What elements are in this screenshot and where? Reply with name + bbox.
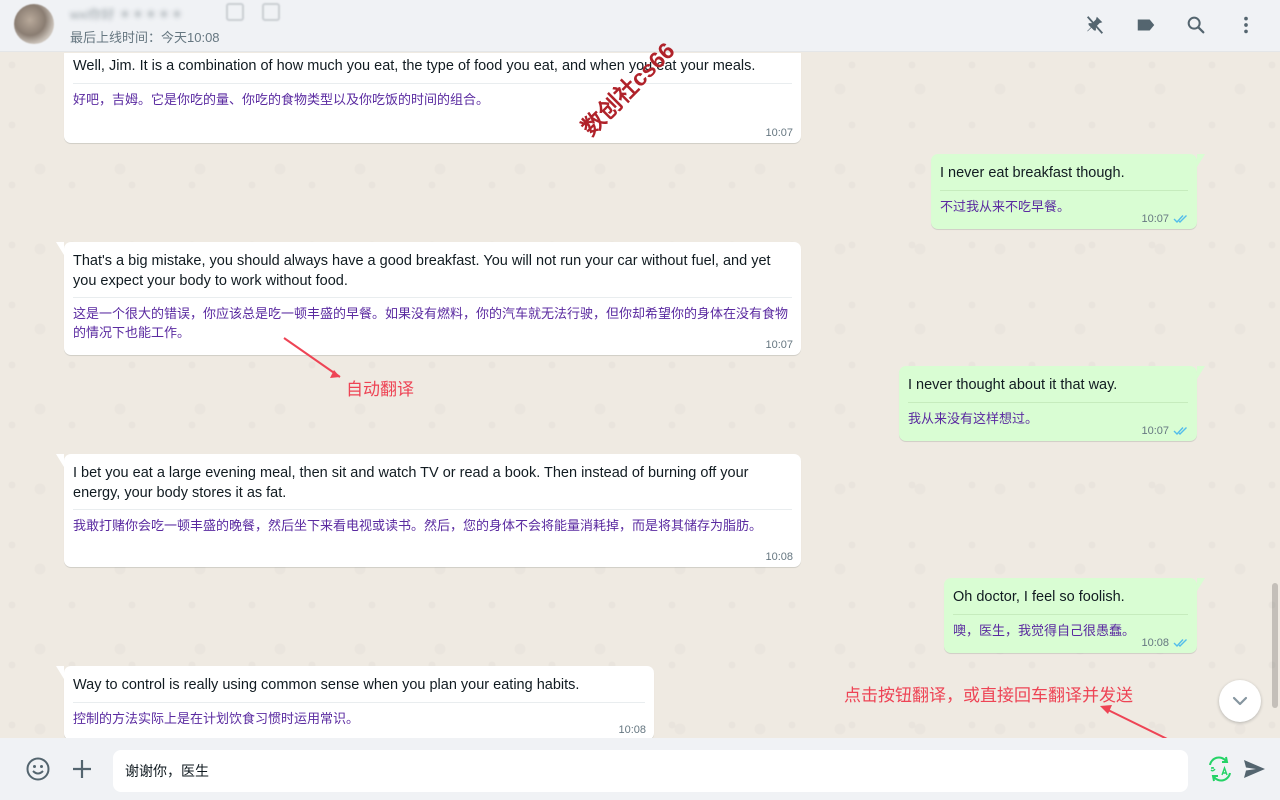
read-receipt-icon (1173, 427, 1187, 436)
annotation-click-translate: 点击按钮翻译，或直接回车翻译并发送 (844, 686, 1133, 705)
translation-divider (73, 82, 792, 84)
label-icon[interactable] (1133, 12, 1159, 38)
translation-divider (73, 297, 792, 298)
message-bubble-incoming[interactable]: Well, Jim. It is a combination of how mu… (64, 53, 801, 143)
message-meta: 10:08 (618, 724, 646, 736)
message-time: 10:08 (765, 551, 793, 563)
bubble-tail (1197, 578, 1205, 591)
copy-icon[interactable] (226, 3, 244, 21)
read-receipt-icon (1173, 215, 1187, 224)
message-time: 10:07 (765, 127, 793, 139)
duplicate-icon[interactable] (262, 3, 280, 21)
translate-icon[interactable] (1206, 755, 1234, 783)
message-meta: 10:08 (765, 551, 793, 563)
message-original-text: Way to control is really using common se… (73, 677, 580, 693)
message-meta: 10:07 (765, 127, 793, 139)
message-translation-text: 好吧，吉姆。它是你吃的量、你吃的食物类型以及你吃饭的时间的组合。 (73, 91, 490, 107)
message-original-text: That's a big mistake, you should always … (73, 253, 771, 289)
message-time: 10:07 (1141, 213, 1169, 225)
message-bubble-incoming[interactable]: Way to control is really using common se… (56, 666, 654, 738)
message-meta: 10:08 (1141, 637, 1189, 649)
bubble-tail (1197, 154, 1205, 167)
contact-name[interactable]: wxi你好 ＊＊＊＊＊ (70, 4, 240, 22)
chat-header: wxi你好 ＊＊＊＊＊ 最后上线时间：今天10:08 (0, 0, 1280, 52)
message-original-text: I bet you eat a large evening meal, then… (73, 465, 749, 501)
bubble-tail (56, 454, 64, 467)
bubble-tail (56, 242, 64, 255)
message-bubble-outgoing[interactable]: Oh doctor, I feel so foolish. 噢，医生，我觉得自己… (944, 578, 1205, 653)
message-translation-text: 控制的方法实际上是在计划饮食习惯时运用常识。 (73, 710, 360, 726)
translation-divider (73, 701, 645, 703)
bubble-tail (56, 666, 64, 679)
message-time: 10:08 (1141, 637, 1169, 649)
bubble-tail (1197, 366, 1205, 379)
message-time: 10:08 (618, 724, 646, 736)
search-icon[interactable] (1183, 12, 1209, 38)
message-meta: 10:07 (765, 339, 793, 351)
translation-divider (73, 509, 792, 510)
translation-divider (940, 189, 1188, 191)
composer-bar (0, 738, 1280, 800)
message-bubble-incoming[interactable]: I bet you eat a large evening meal, then… (56, 454, 801, 567)
message-translation-text: 我敢打赌你会吃一顿丰盛的晚餐，然后坐下来看电视或读书。然后，您的身体不会将能量消… (73, 518, 763, 533)
plus-icon[interactable] (68, 755, 96, 783)
scrollbar-thumb[interactable] (1272, 583, 1278, 708)
message-time: 10:07 (1141, 425, 1169, 437)
chevron-down-icon (1232, 696, 1248, 706)
translation-divider (908, 401, 1188, 403)
message-original-text: Oh doctor, I feel so foolish. (953, 589, 1125, 605)
annotation-auto-translate: 自动翻译 (346, 380, 414, 399)
pin-off-icon[interactable] (1082, 12, 1108, 38)
message-bubble-incoming[interactable]: That's a big mistake, you should always … (56, 242, 801, 355)
message-bubble-outgoing[interactable]: I never eat breakfast though. 不过我从来不吃早餐。… (931, 154, 1205, 229)
message-list[interactable]: Well, Jim. It is a combination of how mu… (0, 53, 1280, 738)
message-bubble-outgoing[interactable]: I never thought about it that way. 我从来没有… (899, 366, 1205, 441)
message-translation-text: 这是一个很大的错误，你应该总是吃一顿丰盛的早餐。如果没有燃料，你的汽车就无法行驶… (73, 306, 789, 340)
message-time: 10:07 (765, 339, 793, 351)
emoji-icon[interactable] (24, 755, 52, 783)
message-meta: 10:07 (1141, 213, 1189, 225)
read-receipt-icon (1173, 639, 1187, 648)
send-icon[interactable] (1240, 755, 1268, 783)
menu-dots-icon[interactable] (1233, 12, 1259, 38)
scroll-to-bottom-button[interactable] (1219, 680, 1261, 722)
translation-divider (953, 613, 1188, 615)
contact-avatar[interactable] (14, 4, 54, 44)
message-input[interactable] (113, 750, 1188, 792)
message-meta: 10:07 (1141, 425, 1189, 437)
message-original-text: I never thought about it that way. (908, 377, 1118, 393)
message-original-text: Well, Jim. It is a combination of how mu… (73, 58, 756, 74)
message-original-text: I never eat breakfast though. (940, 165, 1125, 181)
last-seen-status: 最后上线时间：今天10:08 (70, 30, 220, 45)
